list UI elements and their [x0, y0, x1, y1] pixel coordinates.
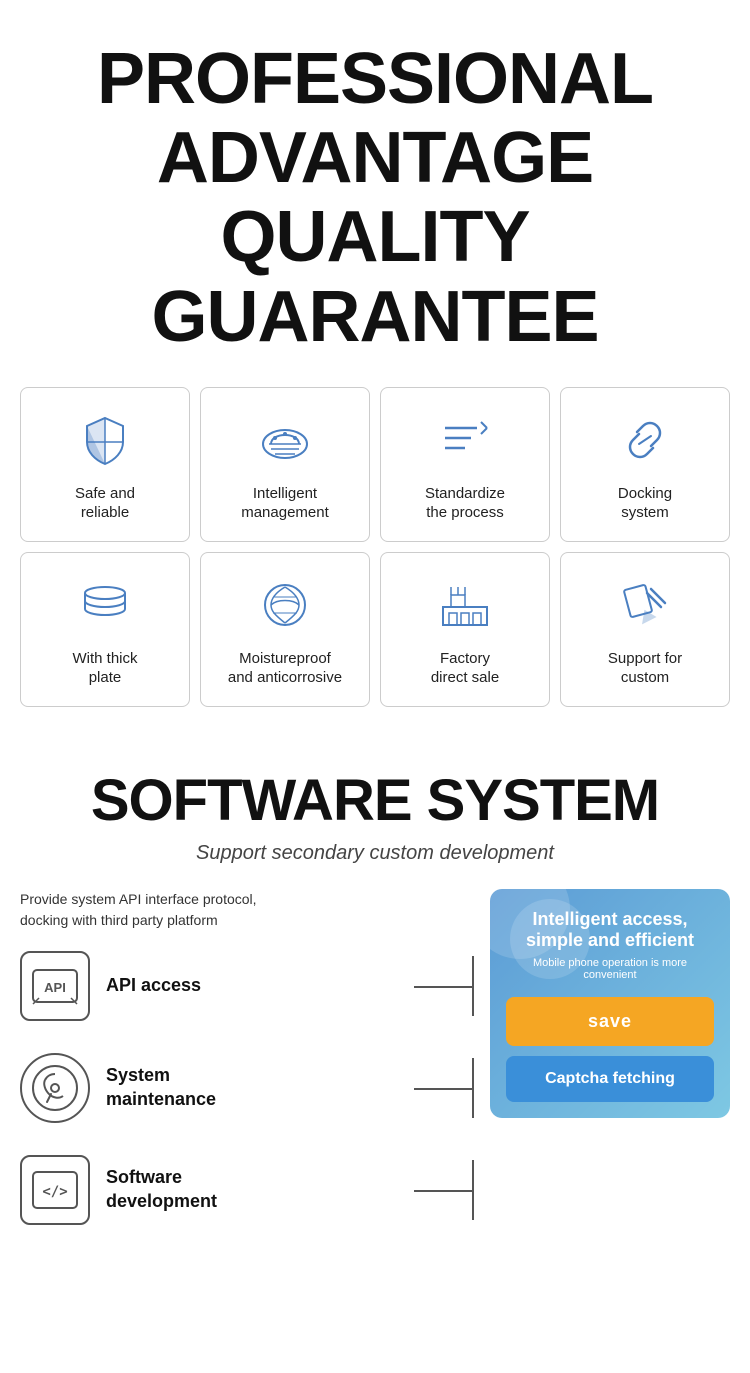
cell-label-moisture: Moistureproof and anticorrosive: [228, 649, 342, 688]
header-title: PROFESSIONAL ADVANTAGE QUALITY GUARANTEE: [20, 40, 730, 357]
cell-label-factory: Factory direct sale: [431, 649, 499, 688]
process-icon: [433, 408, 497, 472]
api-icon-box: API: [20, 951, 90, 1021]
layers-icon: [73, 573, 137, 637]
captcha-button[interactable]: Captcha fetching: [506, 1056, 714, 1102]
header-section: PROFESSIONAL ADVANTAGE QUALITY GUARANTEE: [0, 0, 750, 387]
feature-maintenance-line: [414, 1088, 474, 1090]
link-icon: [613, 408, 677, 472]
svg-text:</>: </>: [42, 1184, 67, 1200]
cell-support-custom: Support for custom: [560, 552, 730, 707]
code-icon: </>: [31, 1170, 79, 1210]
grid-section: Safe and reliable Intelligent management: [0, 387, 750, 737]
software-right: Intelligent access, simple and efficient…: [490, 889, 730, 1257]
cell-label-safe: Safe and reliable: [75, 484, 135, 523]
factory-icon: [433, 573, 497, 637]
feature-api: API API access: [20, 951, 474, 1021]
header-line3: QUALITY GUARANTEE: [151, 197, 598, 356]
software-body: Provide system API interface protocol, d…: [20, 889, 730, 1257]
feature-software-dev: </> Software development: [20, 1155, 474, 1225]
header-line2: ADVANTAGE: [157, 118, 593, 198]
cell-label-docking: Docking system: [618, 484, 672, 523]
cloud-settings-icon: [253, 408, 317, 472]
feature-api-label: API access: [106, 974, 201, 997]
software-title: SOFTWARE SYSTEM: [20, 767, 730, 834]
edit-tools-icon: [613, 573, 677, 637]
software-left: Provide system API interface protocol, d…: [20, 889, 474, 1257]
cell-label-intelligent: Intelligent management: [241, 484, 329, 523]
panel-sub-text: Mobile phone operation is more convenien…: [506, 957, 714, 981]
feature-api-line: [414, 986, 474, 988]
grid-row-2: With thick plate Moistureproof and antic…: [20, 552, 730, 707]
cell-thick-plate: With thick plate: [20, 552, 190, 707]
svg-text:API: API: [44, 980, 66, 995]
cell-safe-reliable: Safe and reliable: [20, 387, 190, 542]
cell-label-thick: With thick plate: [72, 649, 137, 688]
feature-maintenance-label: System maintenance: [106, 1064, 216, 1111]
cell-standardize: Standardize the process: [380, 387, 550, 542]
cell-moistureproof: Moistureproof and anticorrosive: [200, 552, 370, 707]
software-section: SOFTWARE SYSTEM Support secondary custom…: [0, 737, 750, 1277]
code-icon-box: </>: [20, 1155, 90, 1225]
feature-softdev-line: [414, 1190, 474, 1192]
cell-label-custom: Support for custom: [608, 649, 682, 688]
leaf-icon: [253, 573, 317, 637]
maintenance-icon: [31, 1064, 79, 1112]
software-subtitle: Support secondary custom development: [20, 842, 730, 865]
cell-label-standardize: Standardize the process: [425, 484, 505, 523]
cell-intelligent-mgmt: Intelligent management: [200, 387, 370, 542]
software-desc: Provide system API interface protocol, d…: [20, 889, 474, 931]
grid-row-1: Safe and reliable Intelligent management: [20, 387, 730, 542]
api-icon: API: [31, 966, 79, 1006]
panel-card: Intelligent access, simple and efficient…: [490, 889, 730, 1118]
feature-maintenance: System maintenance: [20, 1053, 474, 1123]
shield-icon: [73, 408, 137, 472]
header-line1: PROFESSIONAL: [97, 39, 653, 119]
panel-main-text: Intelligent access, simple and efficient: [506, 909, 714, 951]
cell-docking: Docking system: [560, 387, 730, 542]
cell-factory: Factory direct sale: [380, 552, 550, 707]
maintenance-icon-box: [20, 1053, 90, 1123]
save-button[interactable]: save: [506, 997, 714, 1046]
feature-softdev-label: Software development: [106, 1166, 217, 1213]
